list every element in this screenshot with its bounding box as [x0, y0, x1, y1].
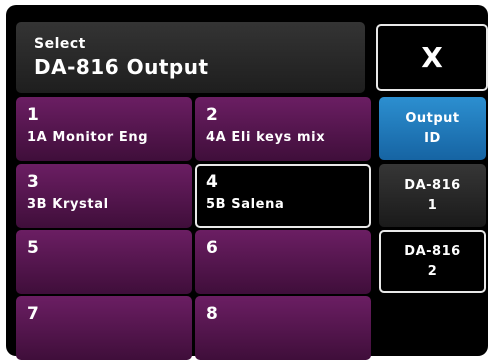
tile-number: 1	[27, 105, 39, 125]
title-caption: Select	[34, 36, 86, 52]
da816-1-button[interactable]: DA-816 1	[379, 164, 486, 227]
tile-label: 3B Krystal	[27, 197, 109, 212]
output-tile-2[interactable]: 2 4A Eli keys mix	[195, 97, 371, 161]
tile-label: 4A Eli keys mix	[206, 130, 326, 145]
tile-number: 7	[27, 304, 39, 324]
da816-2-button[interactable]: DA-816 2	[379, 230, 486, 293]
tile-label: 1A Monitor Eng	[27, 130, 149, 145]
output-tile-1[interactable]: 1 1A Monitor Eng	[16, 97, 192, 161]
side-button-line1: DA-816	[404, 243, 461, 259]
close-button[interactable]: X	[376, 24, 488, 91]
tile-number: 6	[206, 238, 218, 258]
tile-number: 2	[206, 105, 218, 125]
tile-number: 5	[27, 238, 39, 258]
tile-number: 4	[206, 172, 218, 192]
output-tile-3[interactable]: 3 3B Krystal	[16, 164, 192, 228]
side-button-line2: 1	[427, 197, 438, 213]
output-id-button[interactable]: Output ID	[379, 97, 486, 160]
side-button-line1: DA-816	[404, 177, 461, 193]
dialog-title: Select DA-816 Output	[16, 22, 365, 93]
output-tile-5[interactable]: 5	[16, 230, 192, 294]
side-button-line1: Output	[405, 110, 460, 126]
output-tile-7[interactable]: 7	[16, 296, 192, 360]
page-title: DA-816 Output	[34, 55, 209, 79]
tile-number: 8	[206, 304, 218, 324]
output-tile-8[interactable]: 8	[195, 296, 371, 360]
output-tile-6[interactable]: 6	[195, 230, 371, 294]
tile-label: 5B Salena	[206, 197, 285, 212]
side-button-line2: ID	[424, 130, 441, 146]
tile-number: 3	[27, 172, 39, 192]
side-button-line2: 2	[427, 263, 438, 279]
device-screen: Select DA-816 Output X 1 1A Monitor Eng …	[6, 5, 488, 360]
output-tile-4[interactable]: 4 5B Salena	[195, 164, 371, 228]
